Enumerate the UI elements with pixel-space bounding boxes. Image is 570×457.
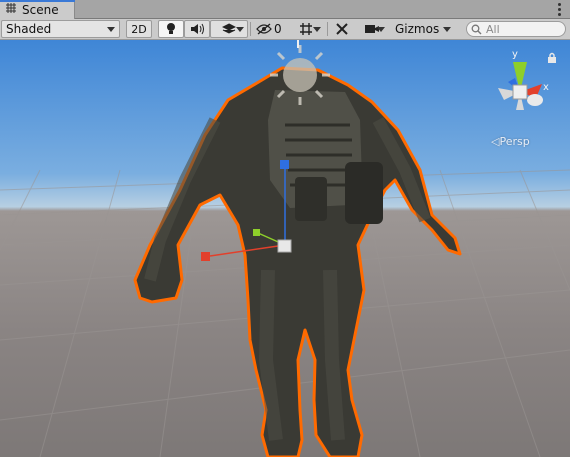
search-icon [471, 24, 482, 34]
light-direction-line [297, 40, 299, 48]
grid-hash-icon [300, 23, 312, 35]
z-axis-handle[interactable] [280, 160, 289, 169]
tools-button[interactable] [331, 20, 353, 38]
tab-scene[interactable]: Scene [0, 0, 75, 19]
soldier-character[interactable] [133, 66, 462, 457]
projection-text: Persp [499, 135, 530, 148]
tab-bar: Scene [0, 0, 570, 19]
shading-mode-value: Shaded [6, 22, 52, 36]
search-input[interactable]: All [466, 21, 566, 37]
x-axis-handle[interactable] [201, 252, 210, 261]
tab-active-indicator [0, 0, 75, 2]
effects-dropdown-button[interactable] [210, 20, 248, 38]
chevron-down-icon [236, 27, 244, 32]
lighting-toggle-button[interactable] [158, 20, 184, 38]
search-placeholder: All [486, 22, 500, 36]
scene-grid-icon [5, 2, 17, 17]
orientation-gizmo[interactable]: y x [498, 49, 549, 110]
scene-viewport[interactable]: y x ◁Persp [0, 40, 570, 457]
projection-label[interactable]: ◁Persp [491, 135, 530, 148]
camera-dropdown-button[interactable] [356, 20, 388, 38]
toolbar-separator [250, 22, 251, 36]
y-axis-handle[interactable] [253, 229, 260, 236]
toolbar-separator [327, 22, 328, 36]
chevron-down-icon [313, 27, 321, 32]
scene-toolbar: Shaded 2D 0 Gizmos All [0, 19, 570, 40]
axis-y-label: y [512, 49, 518, 60]
axis-x-label: x [543, 82, 549, 93]
toggle-2d-button[interactable]: 2D [126, 20, 152, 38]
center-handle[interactable] [277, 239, 292, 253]
gizmos-dropdown[interactable]: Gizmos [390, 20, 456, 38]
audio-toggle-button[interactable] [184, 20, 210, 38]
chevron-down-icon [377, 27, 385, 32]
shading-mode-dropdown[interactable]: Shaded [1, 20, 120, 38]
belt-pouch [345, 162, 383, 224]
gizmos-label: Gizmos [395, 22, 440, 36]
lightbulb-icon [167, 23, 175, 34]
scene-render: y x [0, 40, 570, 457]
holster [295, 177, 327, 221]
toggle-2d-label: 2D [131, 22, 147, 36]
speaker-icon [191, 23, 204, 35]
hidden-count: 0 [274, 22, 282, 36]
chevron-down-icon [443, 27, 451, 32]
effects-layers-icon [222, 23, 236, 34]
visibility-toggle-button[interactable]: 0 [253, 20, 285, 38]
tab-scene-label: Scene [22, 2, 59, 17]
grid-dropdown-button[interactable] [287, 20, 325, 38]
chevron-down-icon [107, 27, 115, 32]
kebab-menu-icon[interactable] [554, 2, 564, 16]
tools-icon [336, 23, 348, 35]
eye-slash-icon [256, 23, 272, 35]
